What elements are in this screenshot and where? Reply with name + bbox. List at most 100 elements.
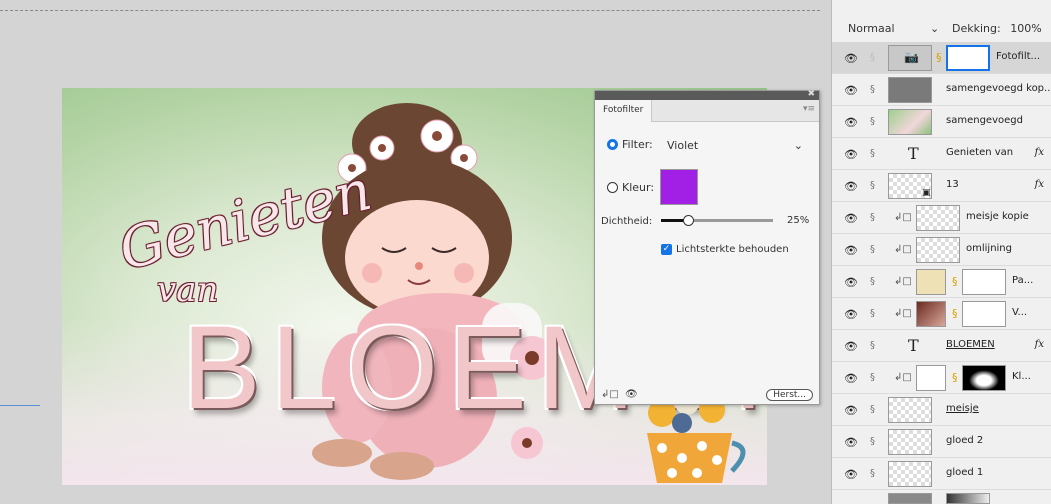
- layer-row[interactable]: [832, 490, 1051, 504]
- visibility-eye-icon[interactable]: 👁: [844, 277, 858, 288]
- layer-row[interactable]: 👁 § ↲□ omlijning: [832, 234, 1051, 266]
- layer-mask-thumbnail[interactable]: [946, 493, 990, 504]
- layer-row[interactable]: 👁 § gloed 1: [832, 458, 1051, 490]
- visibility-eye-icon[interactable]: 👁: [844, 437, 858, 448]
- layer-row[interactable]: 👁 § samengevoegd: [832, 106, 1051, 138]
- layer-name: omlijning: [966, 243, 1012, 254]
- mask-link-icon[interactable]: §: [952, 275, 958, 288]
- color-swatch[interactable]: [660, 169, 698, 205]
- link-icon: §: [870, 372, 875, 383]
- visibility-eye-icon[interactable]: 👁: [844, 373, 858, 384]
- filter-value: Violet: [667, 139, 699, 152]
- layer-row[interactable]: 👁 § gloed 2: [832, 426, 1051, 458]
- blend-mode-select[interactable]: Normaal ⌄: [848, 22, 939, 35]
- tab-fotofilter[interactable]: Fotofilter: [595, 100, 653, 122]
- visibility-eye-icon[interactable]: 👁: [844, 309, 858, 320]
- layer-thumbnail: [888, 77, 932, 103]
- layer-row[interactable]: 👁 § samengevoegd kop...: [832, 74, 1051, 106]
- color-radio[interactable]: [607, 182, 618, 193]
- filter-select[interactable]: Violet ⌄: [667, 139, 803, 152]
- layer-row[interactable]: 👁 § ↲□ § Pa...: [832, 266, 1051, 298]
- layer-mask-thumbnail[interactable]: [946, 45, 990, 71]
- visibility-eye-icon[interactable]: 👁: [844, 181, 858, 192]
- layer-thumbnail: [888, 109, 932, 135]
- visibility-eye-icon[interactable]: 👁: [844, 341, 858, 352]
- clipping-mask-icon: ↲□: [894, 244, 912, 255]
- link-icon: §: [870, 180, 875, 191]
- link-icon: §: [870, 436, 875, 447]
- color-label: Kleur:: [622, 181, 655, 194]
- layer-name: gloed 1: [946, 467, 984, 478]
- visibility-eye-icon[interactable]: 👁: [844, 213, 858, 224]
- link-icon: §: [870, 148, 875, 159]
- reset-button[interactable]: Herst...: [766, 389, 813, 401]
- layer-name: V...: [1012, 307, 1028, 318]
- visibility-eye-icon[interactable]: 👁: [844, 53, 858, 64]
- panel-titlebar[interactable]: ✖: [595, 89, 819, 100]
- layer-thumbnail: [888, 461, 932, 487]
- visibility-eye-icon[interactable]: 👁: [625, 389, 638, 400]
- chevron-down-icon: ⌄: [930, 22, 940, 35]
- filter-radio[interactable]: [607, 139, 618, 150]
- layer-thumbnail: [888, 493, 932, 504]
- layer-thumbnail: [916, 237, 960, 263]
- chevron-down-icon: ⌄: [793, 139, 803, 152]
- density-slider-handle[interactable]: [683, 215, 694, 226]
- opacity-value: 100%: [1010, 22, 1042, 35]
- layer-name: 13: [946, 179, 959, 190]
- smart-object-icon: ▣: [922, 188, 931, 198]
- visibility-eye-icon[interactable]: 👁: [844, 245, 858, 256]
- mask-link-icon[interactable]: §: [936, 51, 942, 64]
- layer-mask-thumbnail[interactable]: [962, 365, 1006, 391]
- filter-label: Filter:: [622, 138, 653, 151]
- visibility-eye-icon[interactable]: 👁: [844, 469, 858, 480]
- layer-row[interactable]: 👁 § ↲□ § V...: [832, 298, 1051, 330]
- camera-icon: 📷: [904, 50, 919, 64]
- clipping-mask-icon: ↲□: [894, 372, 912, 383]
- layer-mask-thumbnail[interactable]: [962, 269, 1006, 295]
- clipping-mask-icon: ↲□: [894, 212, 912, 223]
- link-icon: §: [870, 52, 875, 63]
- layer-row[interactable]: 👁 § T Genieten van fx: [832, 138, 1051, 170]
- layer-row[interactable]: 👁 § 📷 § Fotofilt...: [832, 42, 1051, 74]
- layer-effects-icon[interactable]: fx: [1035, 179, 1044, 190]
- guide-line: [0, 405, 40, 406]
- close-icon[interactable]: ✖: [807, 89, 815, 99]
- layer-mask-thumbnail[interactable]: [962, 301, 1006, 327]
- link-icon: §: [870, 404, 875, 415]
- marching-ants-selection: [0, 10, 820, 11]
- link-icon: §: [870, 212, 875, 223]
- layer-name: Genieten van: [946, 147, 1014, 158]
- text-layer-icon: T: [908, 144, 919, 163]
- clipping-mask-icon: ↲□: [894, 276, 912, 287]
- visibility-eye-icon[interactable]: 👁: [844, 85, 858, 96]
- layer-effects-icon[interactable]: fx: [1035, 339, 1044, 350]
- layer-name: meisje: [946, 403, 979, 414]
- mask-link-icon[interactable]: §: [952, 307, 958, 320]
- visibility-eye-icon[interactable]: 👁: [844, 405, 858, 416]
- link-icon: §: [870, 244, 875, 255]
- visibility-eye-icon[interactable]: 👁: [844, 149, 858, 160]
- panel-menu-icon[interactable]: ▾≡: [803, 104, 815, 114]
- layer-effects-icon[interactable]: fx: [1035, 147, 1044, 158]
- layer-thumbnail: [916, 301, 946, 327]
- link-icon: §: [870, 276, 875, 287]
- layer-row[interactable]: 👁 § T BLOEMEN fx: [832, 330, 1051, 362]
- layer-row[interactable]: 👁 § ↲□ § Kl...: [832, 362, 1051, 394]
- layer-name: Kl...: [1012, 371, 1031, 382]
- layer-row[interactable]: 👁 § meisje: [832, 394, 1051, 426]
- density-slider[interactable]: [661, 215, 773, 226]
- layer-row[interactable]: 👁 § ↲□ meisje kopie: [832, 202, 1051, 234]
- levels-adjustment-icon: [916, 365, 946, 391]
- layer-name: samengevoegd: [946, 115, 1023, 126]
- clip-to-layer-icon[interactable]: ↲□: [601, 389, 619, 400]
- layer-row[interactable]: 👁 § ▣ 13 fx: [832, 170, 1051, 202]
- preserve-luminosity-checkbox[interactable]: ✓ Lichtsterkte behouden: [661, 244, 789, 255]
- layer-thumbnail: [916, 269, 946, 295]
- checkmark-icon: ✓: [661, 244, 672, 255]
- visibility-eye-icon[interactable]: 👁: [844, 117, 858, 128]
- mask-link-icon[interactable]: §: [952, 371, 958, 384]
- layer-name: Pa...: [1012, 275, 1034, 286]
- blend-mode-value: Normaal: [848, 22, 895, 35]
- layer-thumbnail: [888, 429, 932, 455]
